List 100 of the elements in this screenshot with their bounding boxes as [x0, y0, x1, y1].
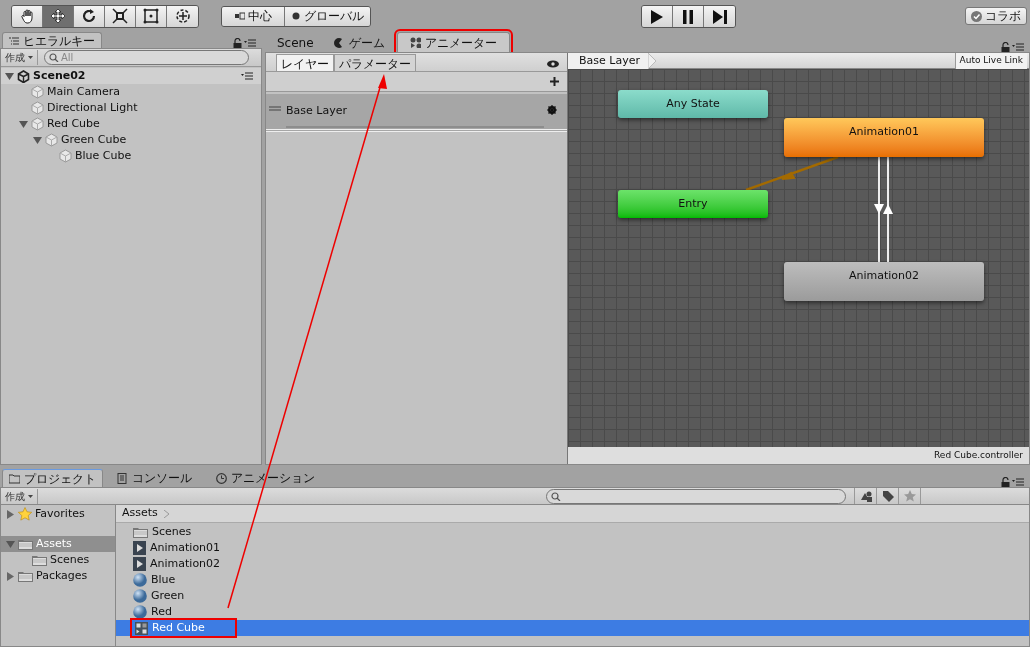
play-icon — [649, 8, 665, 25]
play-control-button[interactable] — [642, 6, 673, 27]
asset-item[interactable]: Red Cube — [130, 618, 237, 638]
chevron-icon — [163, 509, 169, 518]
tool-button[interactable] — [167, 5, 198, 27]
folder-icon — [133, 526, 148, 538]
clip-icon — [133, 541, 146, 555]
menu-icon — [241, 72, 253, 80]
document-icon — [117, 472, 128, 484]
scale-icon — [112, 8, 128, 24]
list-icon — [9, 36, 19, 45]
state-node[interactable]: Animation01 — [784, 118, 984, 157]
panel-tab[interactable]: アニメーション — [206, 469, 325, 487]
create-dropdown[interactable]: 作成 — [5, 50, 38, 65]
sphere-icon — [133, 605, 147, 619]
menu-icon — [244, 39, 256, 47]
tree-item[interactable]: Directional Light — [47, 99, 138, 117]
tab-label: ヒエラルキー — [23, 32, 95, 50]
cube-icon — [31, 117, 44, 131]
clip-icon — [133, 557, 146, 571]
controller-icon — [135, 621, 148, 635]
globe-icon — [291, 12, 301, 20]
asset-item[interactable]: Scenes — [116, 524, 222, 540]
asset-item[interactable]: Red — [116, 604, 202, 620]
folder-item[interactable]: Favorites — [1, 506, 115, 522]
controller-filename: Red Cube.controller — [934, 448, 1023, 462]
breadcrumb-arrow-icon — [647, 52, 656, 69]
asset-item[interactable]: Blue — [116, 572, 206, 588]
cube-icon — [31, 85, 44, 99]
star-icon — [903, 490, 916, 502]
live-link-button[interactable]: Auto Live Link — [954, 52, 1027, 69]
cube-icon — [59, 149, 72, 163]
state-node[interactable]: Animation02 — [784, 262, 984, 301]
panel-tab[interactable]: ゲーム — [325, 34, 393, 52]
rotate-icon — [81, 8, 97, 24]
tool-button[interactable] — [105, 5, 136, 27]
check-icon — [971, 10, 982, 22]
search-field[interactable] — [546, 488, 846, 504]
tag-icon — [881, 490, 894, 502]
folder-icon — [18, 538, 33, 550]
gear-icon — [547, 105, 557, 115]
asset-item[interactable]: Animation01 — [116, 540, 251, 556]
transform-icon — [174, 8, 191, 24]
cube-icon — [31, 101, 44, 115]
lock-icon — [233, 38, 242, 48]
lock-icon — [1001, 477, 1010, 487]
lock-icon — [1001, 42, 1010, 52]
shapes-icon — [859, 490, 872, 502]
step-icon — [711, 8, 728, 25]
nodes-icon — [409, 37, 421, 48]
tree-item[interactable]: Red Cube — [47, 115, 100, 133]
folder-icon — [18, 570, 33, 582]
eye-icon — [547, 60, 559, 68]
sphere-icon — [133, 589, 147, 603]
search-icon — [551, 491, 561, 501]
play-control-button[interactable] — [704, 6, 735, 27]
tree-item[interactable]: Main Camera — [47, 83, 120, 101]
clock-icon — [216, 472, 227, 484]
collab-button[interactable]: コラボ — [965, 7, 1027, 25]
panel-tab[interactable]: アニメーター — [396, 32, 510, 52]
tool-button[interactable] — [136, 5, 167, 27]
pivot-button[interactable]: グローバル — [285, 6, 370, 26]
tree-item[interactable]: Blue Cube — [75, 147, 132, 165]
hierarchy-tab[interactable]: ヒエラルキー — [2, 32, 102, 48]
tool-button[interactable] — [43, 5, 74, 27]
state-node[interactable]: Any State — [618, 90, 768, 118]
tool-button[interactable] — [12, 5, 43, 27]
folder-item[interactable]: Packages — [1, 568, 115, 584]
layer-item[interactable]: Base Layer — [266, 94, 567, 132]
folder-icon — [32, 554, 47, 566]
hand-icon — [19, 8, 35, 24]
pivot-button[interactable]: 中心 — [222, 6, 285, 26]
cube-icon — [45, 133, 58, 147]
panel-tab[interactable]: コンソール — [107, 469, 202, 487]
state-node[interactable]: Entry — [618, 190, 768, 218]
pivot-icon — [234, 12, 245, 20]
create-dropdown[interactable]: 作成 — [5, 488, 38, 504]
breadcrumb-label: Assets — [122, 505, 158, 522]
asset-item[interactable]: Green — [116, 588, 215, 604]
menu-icon — [1012, 43, 1024, 51]
folder-item[interactable]: Scenes — [1, 552, 115, 568]
menu-icon — [1012, 478, 1024, 486]
play-control-button[interactable] — [673, 6, 704, 27]
layer-name: Base Layer — [286, 103, 348, 119]
tree-item[interactable]: Green Cube — [61, 131, 127, 149]
pause-icon — [680, 8, 696, 25]
folder-icon — [9, 473, 20, 484]
rect-tool-icon — [143, 8, 159, 24]
sub-tab[interactable]: レイヤー — [276, 54, 334, 71]
tool-button[interactable] — [74, 5, 105, 27]
pacman-icon — [333, 37, 345, 49]
panel-tab[interactable]: Scene — [269, 34, 322, 52]
caret-icon — [28, 56, 33, 59]
search-icon — [49, 53, 59, 62]
asset-item[interactable]: Animation02 — [116, 556, 251, 572]
panel-tab[interactable]: プロジェクト — [2, 469, 103, 487]
sub-tab[interactable]: パラメーター — [334, 54, 416, 71]
sphere-icon — [133, 573, 147, 587]
drag-handle-icon — [269, 106, 281, 111]
search-field[interactable]: All — [44, 50, 249, 65]
